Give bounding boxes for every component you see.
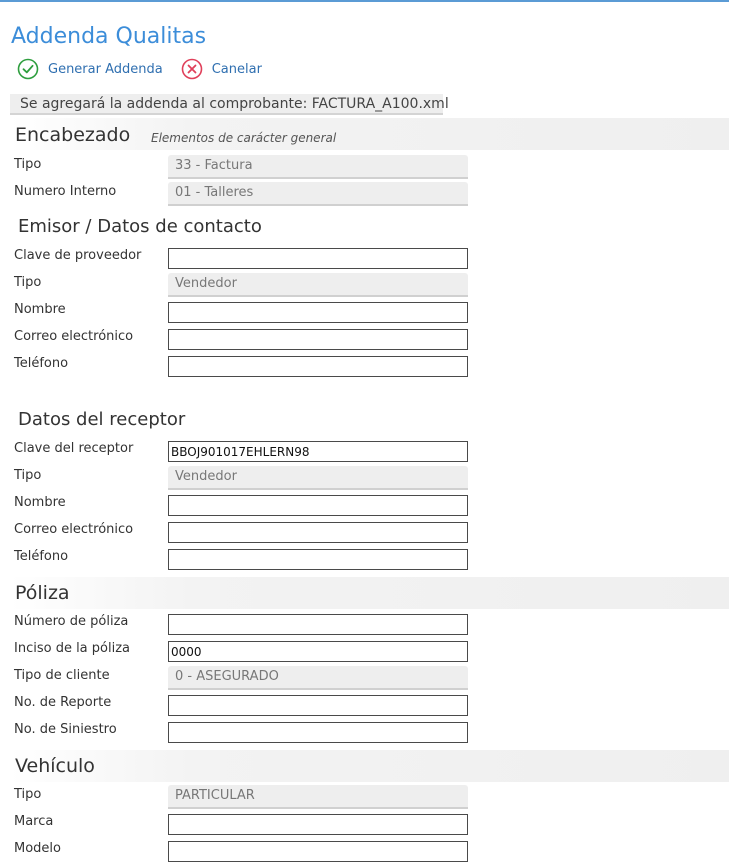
no-siniestro-label: No. de Siniestro — [14, 722, 117, 737]
clave-proveedor-label: Clave de proveedor — [14, 248, 142, 263]
inciso-poliza-input[interactable] — [168, 641, 468, 662]
receptor-tipo-label: Tipo — [14, 468, 42, 483]
emisor-nombre-label: Nombre — [14, 302, 66, 317]
clave-proveedor-input[interactable] — [168, 248, 468, 269]
section-title-receptor: Datos del receptor — [18, 409, 186, 430]
section-subtitle-encabezado: Elementos de carácter general — [151, 131, 337, 145]
x-circle-icon — [181, 58, 203, 80]
tipo-cliente-select[interactable]: 0 - ASEGURADO — [168, 666, 468, 690]
section-title-vehiculo: Vehículo — [15, 755, 95, 777]
tipo-comprobante-select[interactable]: 33 - Factura — [168, 155, 468, 179]
clave-receptor-label: Clave del receptor — [14, 441, 134, 456]
numero-interno-select[interactable]: 01 - Talleres — [168, 182, 468, 206]
marca-label: Marca — [14, 814, 54, 829]
receptor-telefono-label: Teléfono — [14, 549, 69, 564]
no-reporte-input[interactable] — [168, 695, 468, 716]
emisor-tipo-label: Tipo — [14, 275, 42, 290]
modelo-input[interactable] — [168, 841, 468, 862]
vehiculo-tipo-label: Tipo — [14, 787, 42, 802]
modelo-label: Modelo — [14, 841, 61, 856]
emisor-correo-label: Correo electrónico — [14, 329, 134, 344]
no-siniestro-input[interactable] — [168, 722, 468, 743]
cancel-button[interactable]: Canelar — [181, 58, 262, 80]
section-title-encabezado: Encabezado — [15, 124, 131, 146]
receptor-correo-input[interactable] — [168, 522, 468, 543]
receptor-nombre-label: Nombre — [14, 495, 66, 510]
vehiculo-tipo-select[interactable]: PARTICULAR — [168, 785, 468, 809]
section-title-poliza: Póliza — [15, 582, 70, 604]
inciso-poliza-label: Inciso de la póliza — [14, 641, 131, 656]
generate-addenda-button[interactable]: Generar Addenda — [17, 58, 163, 80]
receptor-tipo-select[interactable]: Vendedor — [168, 466, 468, 490]
emisor-correo-input[interactable] — [168, 329, 468, 350]
cancel-label: Canelar — [211, 61, 262, 77]
info-banner: Se agregará la addenda al comprobante: F… — [10, 94, 449, 115]
emisor-telefono-input[interactable] — [168, 356, 468, 377]
top-border — [0, 0, 729, 2]
tipo-cliente-label: Tipo de cliente — [14, 668, 110, 683]
clave-receptor-input[interactable] — [168, 441, 468, 462]
receptor-telefono-input[interactable] — [168, 549, 468, 570]
emisor-telefono-label: Teléfono — [14, 356, 69, 371]
emisor-nombre-input[interactable] — [168, 302, 468, 323]
section-header-poliza — [10, 577, 729, 609]
numero-poliza-label: Número de póliza — [14, 614, 129, 629]
page-title: Addenda Qualitas — [11, 24, 207, 49]
section-title-emisor: Emisor / Datos de contacto — [18, 216, 262, 237]
receptor-correo-label: Correo electrónico — [14, 522, 134, 537]
toolbar: Generar Addenda Canelar — [17, 57, 280, 81]
emisor-tipo-select[interactable]: Vendedor — [168, 273, 468, 297]
section-header-vehiculo — [10, 750, 729, 782]
tipo-label: Tipo — [14, 157, 42, 172]
numero-poliza-input[interactable] — [168, 614, 468, 635]
check-circle-icon — [17, 58, 39, 80]
receptor-nombre-input[interactable] — [168, 495, 468, 516]
numero-interno-label: Numero Interno — [14, 184, 117, 199]
marca-input[interactable] — [168, 814, 468, 835]
no-reporte-label: No. de Reporte — [14, 695, 112, 710]
generate-addenda-label: Generar Addenda — [48, 61, 163, 77]
